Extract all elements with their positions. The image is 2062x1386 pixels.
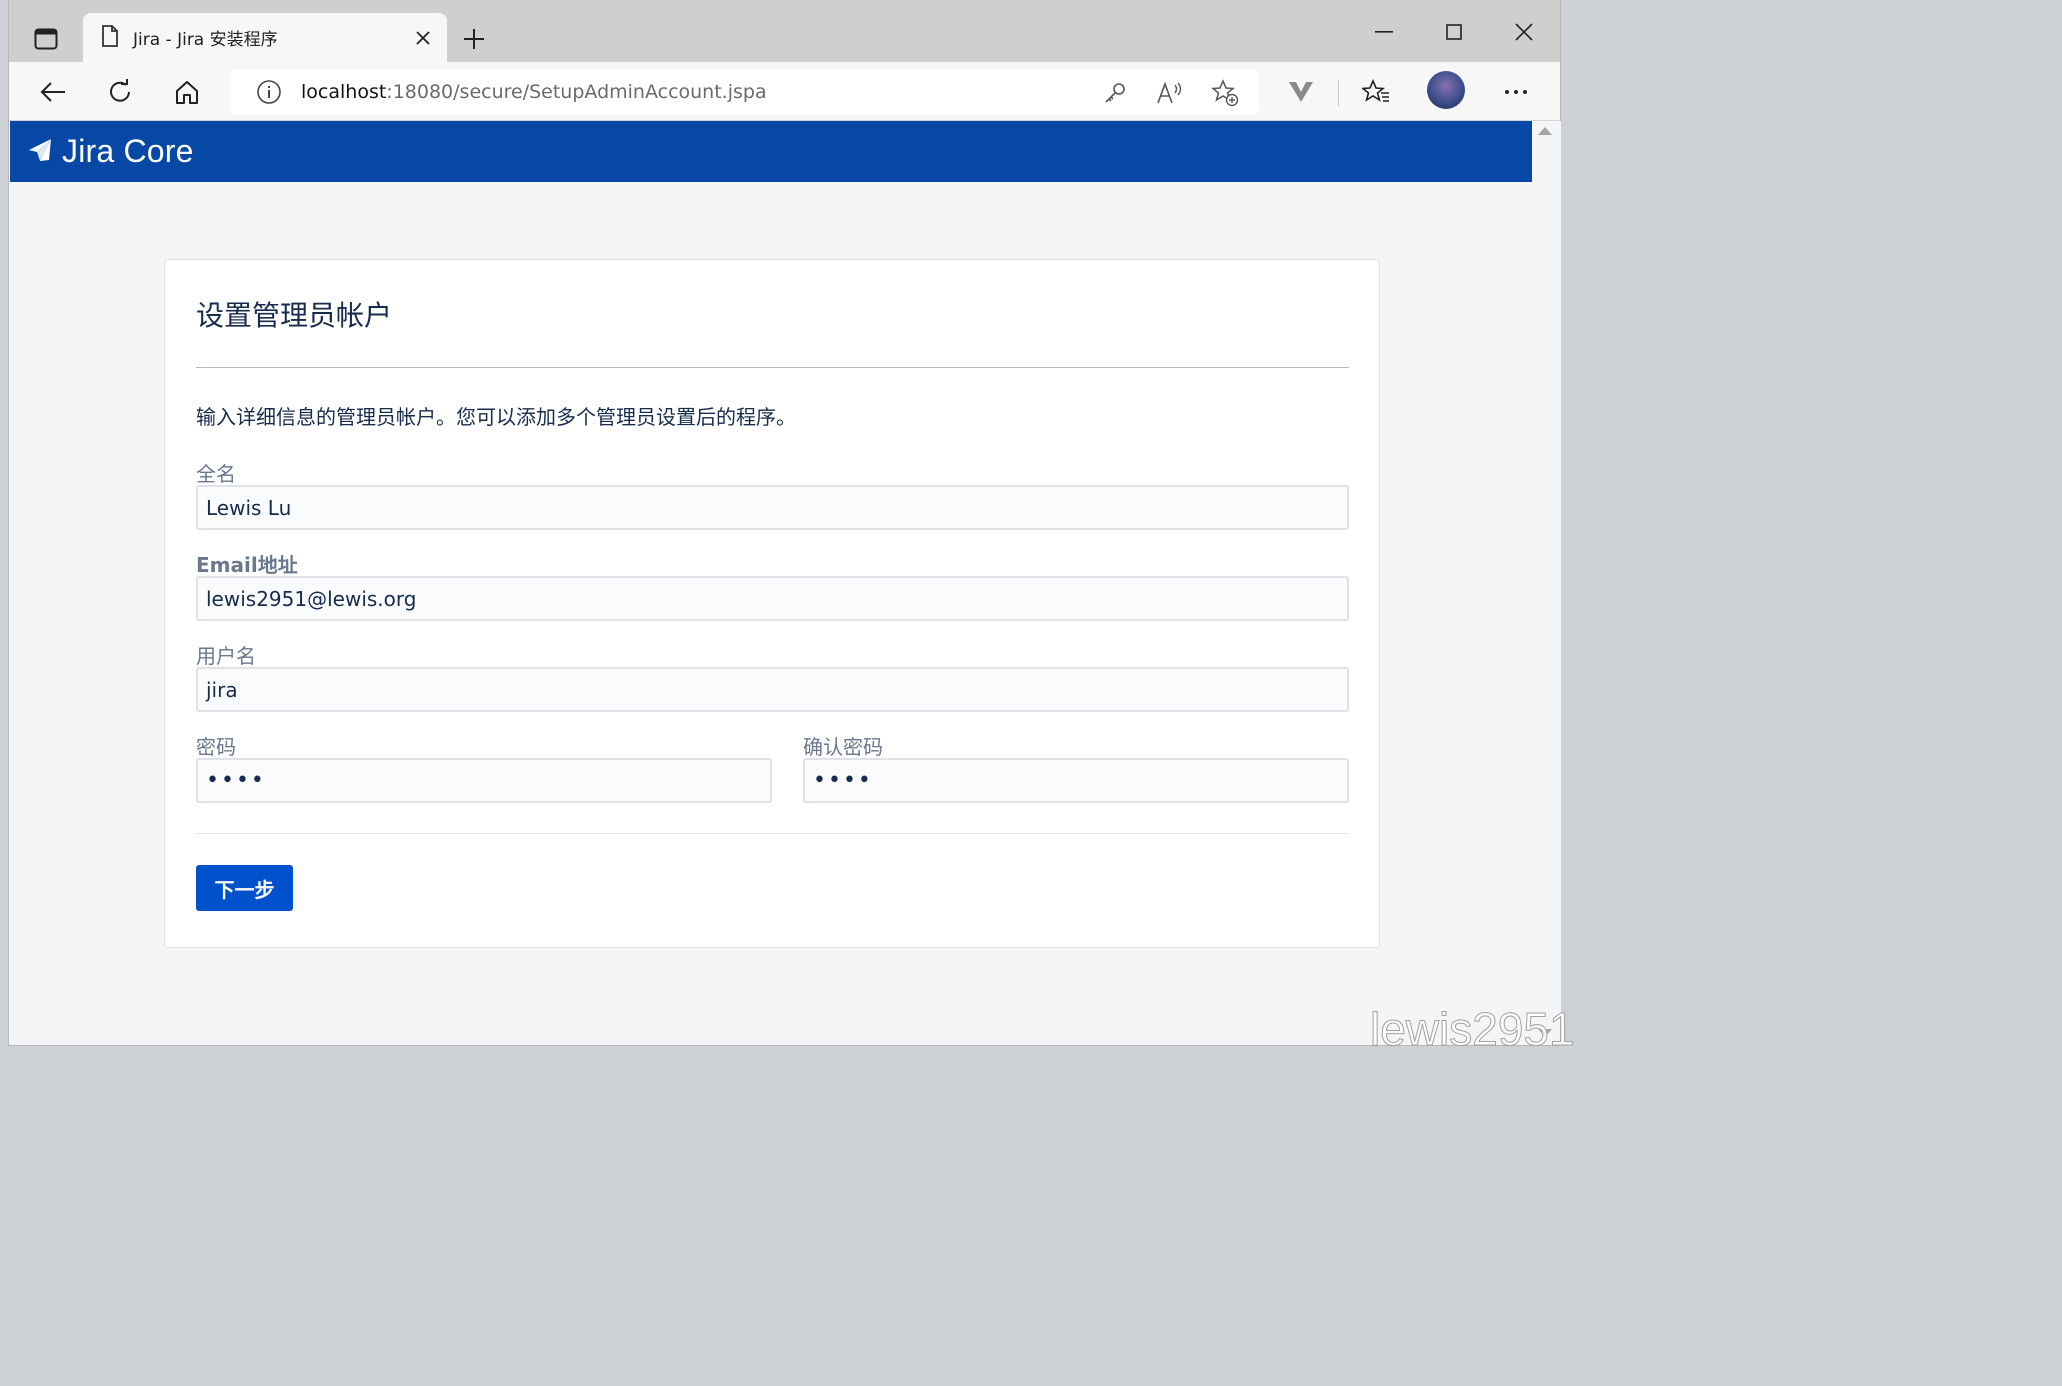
key-icon[interactable]: [1099, 77, 1131, 109]
home-icon[interactable]: [167, 72, 207, 112]
scroll-up-icon[interactable]: [1538, 127, 1552, 135]
username-label: 用户名: [196, 644, 256, 668]
fullname-label: 全名: [196, 462, 236, 486]
jira-header: Jira Core: [10, 121, 1532, 182]
tab-actions-icon[interactable]: [23, 16, 69, 62]
read-aloud-icon[interactable]: [1154, 77, 1186, 109]
site-info-icon[interactable]: [251, 74, 287, 110]
page-icon: [101, 24, 119, 51]
close-tab-icon[interactable]: [411, 26, 435, 50]
page-scrollbar[interactable]: [1532, 121, 1561, 1045]
email-label: Email地址: [196, 553, 298, 577]
new-tab-icon[interactable]: [457, 22, 491, 56]
address-bar[interactable]: localhost:18080/secure/SetupAdminAccount…: [231, 69, 1259, 115]
password-input[interactable]: ••••: [196, 758, 772, 803]
password-label: 密码: [196, 735, 236, 759]
fullname-input[interactable]: Lewis Lu: [196, 485, 1349, 530]
setup-card: 设置管理员帐户 输入详细信息的管理员帐户。您可以添加多个管理员设置后的程序。 全…: [164, 259, 1380, 948]
toolbar-divider: [1338, 80, 1339, 106]
url-text: localhost:18080/secure/SetupAdminAccount…: [301, 81, 767, 103]
profile-avatar[interactable]: [1427, 71, 1465, 109]
favorites-icon[interactable]: [1356, 72, 1396, 112]
refresh-icon[interactable]: [100, 72, 140, 112]
maximize-icon[interactable]: [1434, 14, 1474, 50]
minimize-icon[interactable]: [1364, 14, 1404, 50]
page-title: 设置管理员帐户: [196, 299, 393, 332]
url-host: localhost: [301, 81, 387, 103]
actions-divider: [196, 833, 1349, 834]
title-divider: [196, 367, 1349, 368]
email-input[interactable]: lewis2951@lewis.org: [196, 576, 1349, 621]
username-input[interactable]: jira: [196, 667, 1349, 712]
watermark-text: lewis2951: [1370, 1003, 1576, 1056]
url-path: :18080/secure/SetupAdminAccount.jspa: [386, 81, 767, 103]
confirm-password-label: 确认密码: [803, 735, 883, 759]
confirm-password-input[interactable]: ••••: [803, 758, 1349, 803]
browser-window: Jira - Jira 安装程序 localhost:18080/secure/…: [8, 0, 1561, 1046]
add-favorite-icon[interactable]: [1209, 77, 1241, 109]
jira-logo-icon[interactable]: [28, 138, 52, 166]
active-tab[interactable]: Jira - Jira 安装程序: [83, 13, 447, 62]
next-button[interactable]: 下一步: [196, 865, 293, 911]
page-viewport: Jira Core 设置管理员帐户 输入详细信息的管理员帐户。您可以添加多个管理…: [10, 121, 1532, 1045]
extension-v-icon[interactable]: [1281, 72, 1321, 112]
product-name[interactable]: Jira Core: [62, 133, 194, 170]
form-description: 输入详细信息的管理员帐户。您可以添加多个管理员设置后的程序。: [196, 405, 796, 429]
browser-toolbar: localhost:18080/secure/SetupAdminAccount…: [9, 62, 1560, 121]
more-menu-icon[interactable]: [1496, 72, 1536, 112]
back-icon[interactable]: [33, 72, 73, 112]
tab-strip: Jira - Jira 安装程序: [9, 0, 1560, 62]
tab-title: Jira - Jira 安装程序: [133, 30, 278, 50]
close-window-icon[interactable]: [1504, 14, 1544, 50]
